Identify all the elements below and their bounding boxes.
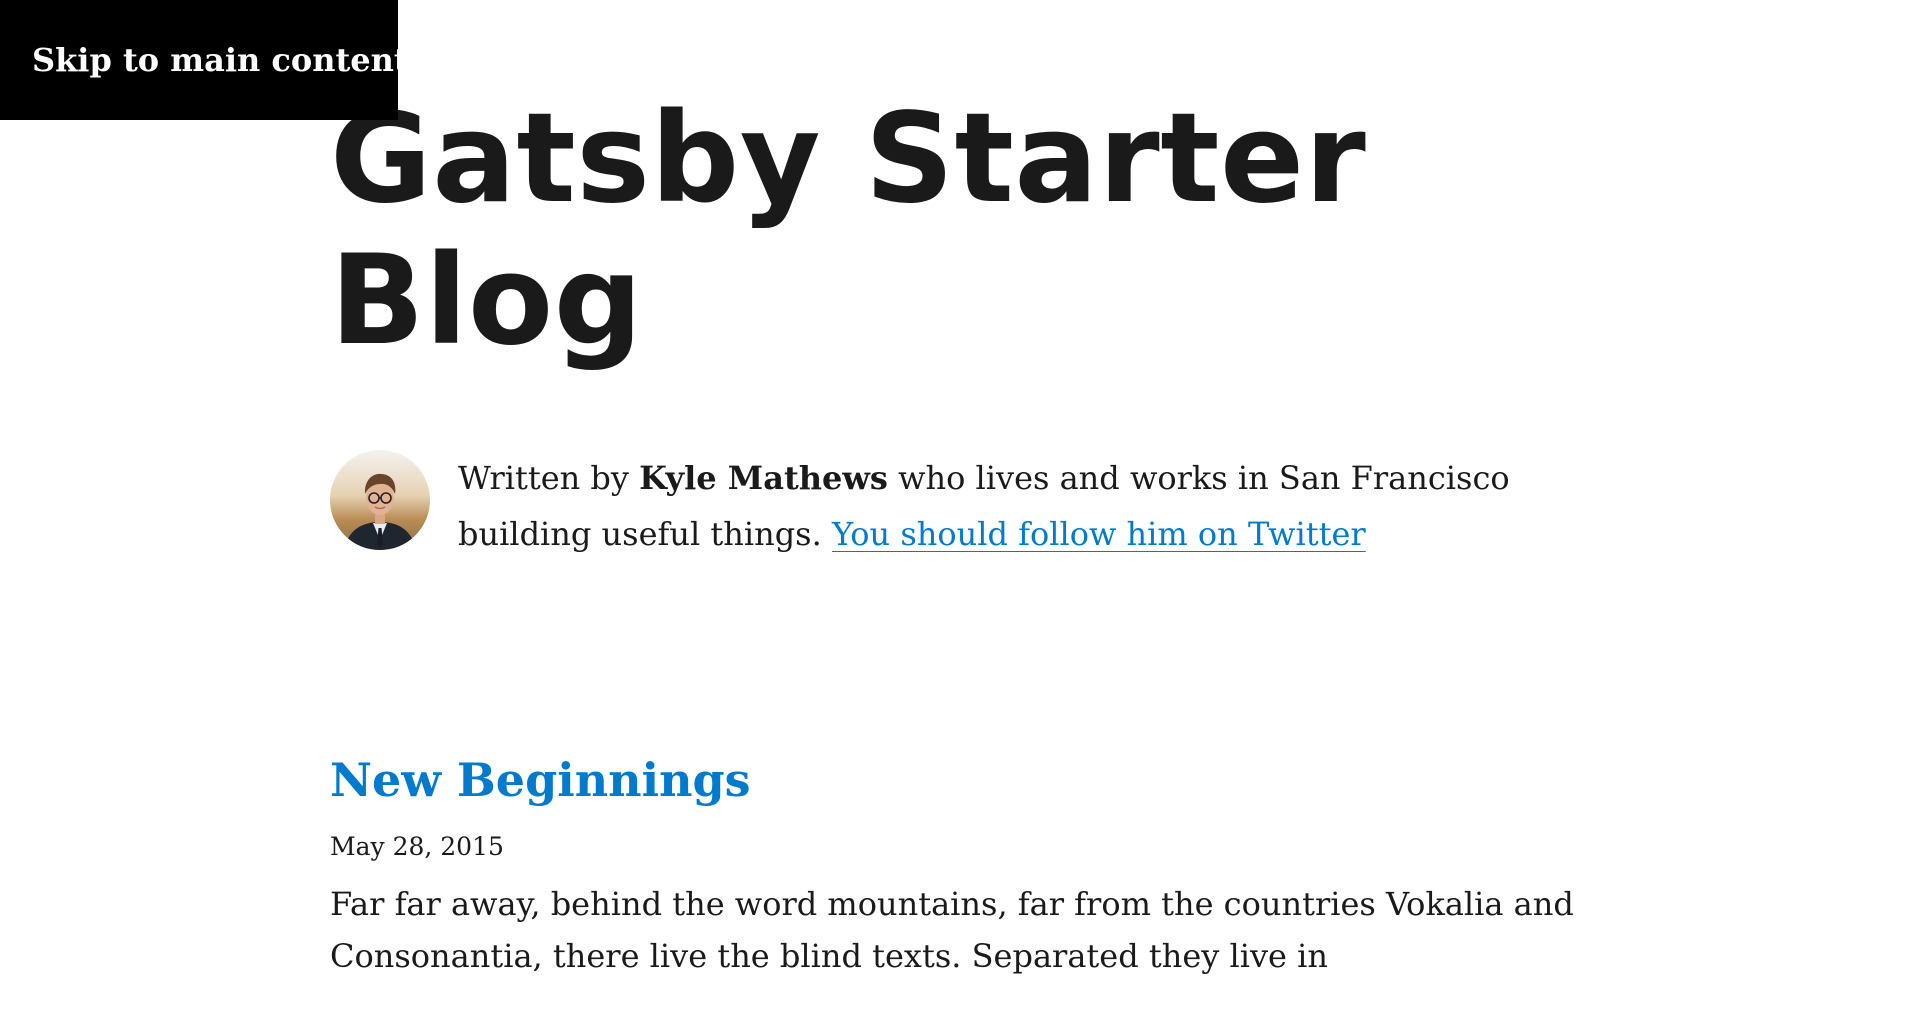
post-title-link[interactable]: New Beginnings: [330, 753, 751, 807]
post-date: May 28, 2015: [330, 832, 504, 861]
author-avatar-image: [330, 450, 430, 550]
author-bio: Written by Kyle Mathews who lives and wo…: [330, 450, 1600, 594]
post-excerpt: Far far away, behind the word mountains,…: [330, 885, 1574, 975]
site-title-link[interactable]: Gatsby Starter Blog: [330, 87, 1366, 373]
bio-text: Written by Kyle Mathews who lives and wo…: [458, 450, 1600, 562]
post-title: New Beginnings: [330, 748, 1600, 812]
post-item: New Beginnings May 28, 2015 Far far away…: [330, 748, 1600, 1014]
author-name: Kyle Mathews: [639, 459, 888, 497]
skip-to-main-content-link[interactable]: Skip to main content: [0, 0, 409, 120]
bio-prefix: Written by: [458, 459, 640, 497]
twitter-link[interactable]: You should follow him on Twitter: [832, 515, 1366, 553]
site-title: Gatsby Starter Blog: [330, 88, 1370, 372]
author-avatar: [330, 450, 430, 550]
